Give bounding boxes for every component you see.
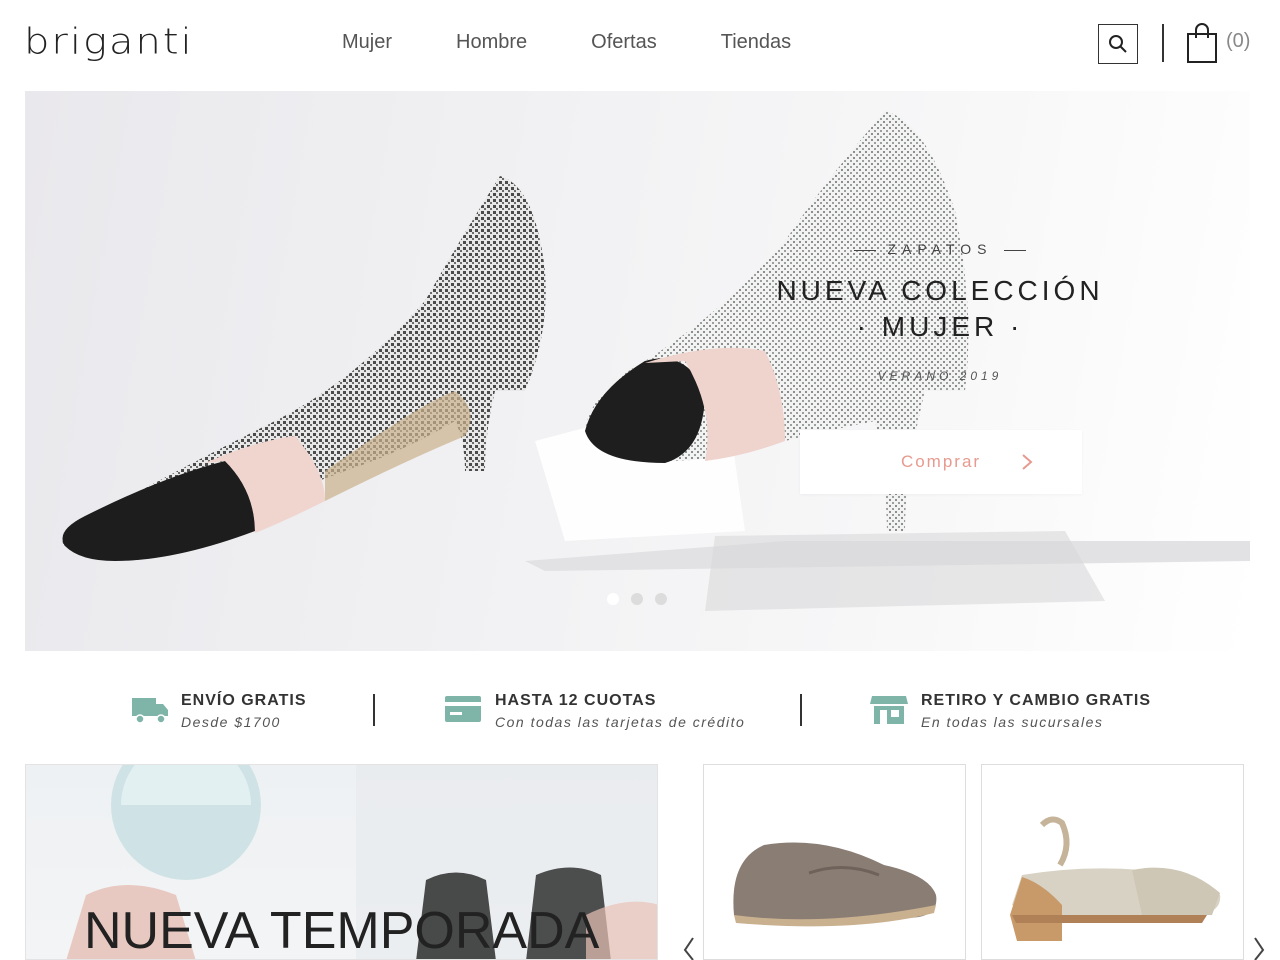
cart-count[interactable]: (0) bbox=[1226, 30, 1250, 53]
hero-eyebrow-label: ZAPATOS bbox=[887, 241, 993, 257]
hero-subtitle: VERANO 2019 bbox=[877, 369, 1003, 383]
nav-item-hombre[interactable]: Hombre bbox=[456, 28, 527, 56]
search-icon bbox=[1109, 35, 1127, 53]
buy-button[interactable]: Comprar bbox=[800, 430, 1082, 494]
eyebrow-line-right bbox=[1004, 249, 1027, 251]
hero-title-line2: · MUJER · bbox=[856, 311, 1024, 342]
credit-card-icon bbox=[445, 696, 481, 722]
carousel-dots bbox=[607, 593, 679, 605]
hero-banner: ZAPATOS NUEVA COLECCIÓN · MUJER · VERANO… bbox=[25, 91, 1250, 651]
benefit-subtitle: Con todas las tarjetas de crédito bbox=[495, 714, 746, 730]
buy-button-label: Comprar bbox=[900, 452, 982, 471]
benefit-divider bbox=[800, 694, 802, 726]
promo-title: NUEVA TEMPORADA bbox=[84, 902, 600, 960]
header-divider bbox=[1162, 24, 1164, 62]
product-card-loafer[interactable] bbox=[703, 764, 966, 960]
nav-item-ofertas[interactable]: Ofertas bbox=[591, 28, 657, 56]
benefit-divider bbox=[373, 694, 375, 726]
carousel-dot-1[interactable] bbox=[607, 593, 619, 605]
carousel-next-button[interactable] bbox=[1252, 936, 1266, 960]
eyebrow-line-left bbox=[853, 249, 876, 251]
carousel-dot-3[interactable] bbox=[655, 593, 667, 605]
brand-logo[interactable]: briganti bbox=[24, 20, 194, 63]
benefit-title: ENVÍO GRATIS bbox=[181, 692, 307, 709]
site-header: briganti Mujer Hombre Ofertas Tiendas (0… bbox=[0, 0, 1280, 86]
main-nav: Mujer Hombre Ofertas Tiendas bbox=[342, 28, 855, 56]
benefits-strip: ENVÍO GRATIS Desde $1700 HASTA 12 CUOTAS… bbox=[0, 686, 1280, 742]
benefit-title: RETIRO Y CAMBIO GRATIS bbox=[921, 692, 1152, 709]
chevron-left-icon bbox=[683, 937, 694, 960]
hero-eyebrow: ZAPATOS bbox=[765, 241, 1115, 257]
new-season-promo[interactable]: NUEVA TEMPORADA bbox=[25, 764, 658, 960]
nav-item-mujer[interactable]: Mujer bbox=[342, 28, 392, 56]
benefit-title: HASTA 12 CUOTAS bbox=[495, 692, 657, 709]
loafer-image bbox=[733, 842, 937, 927]
shopping-bag-icon[interactable] bbox=[1186, 22, 1218, 64]
carousel-prev-button[interactable] bbox=[682, 936, 696, 960]
product-card-wedge-sandal[interactable] bbox=[981, 764, 1244, 960]
wedge-sandal-image bbox=[1010, 816, 1221, 941]
search-button[interactable] bbox=[1098, 24, 1138, 64]
chevron-right-icon bbox=[1022, 454, 1033, 470]
chevron-right-icon bbox=[1254, 937, 1265, 960]
store-icon bbox=[870, 696, 908, 724]
truck-icon bbox=[132, 698, 168, 724]
benefit-subtitle: En todas las sucursales bbox=[921, 714, 1104, 730]
hero-copy: ZAPATOS NUEVA COLECCIÓN · MUJER · VERANO… bbox=[765, 241, 1115, 383]
nav-item-tiendas[interactable]: Tiendas bbox=[721, 28, 791, 56]
benefit-subtitle: Desde $1700 bbox=[181, 714, 281, 730]
carousel-dot-2[interactable] bbox=[631, 593, 643, 605]
hero-title-line1: NUEVA COLECCIÓN bbox=[776, 275, 1104, 306]
